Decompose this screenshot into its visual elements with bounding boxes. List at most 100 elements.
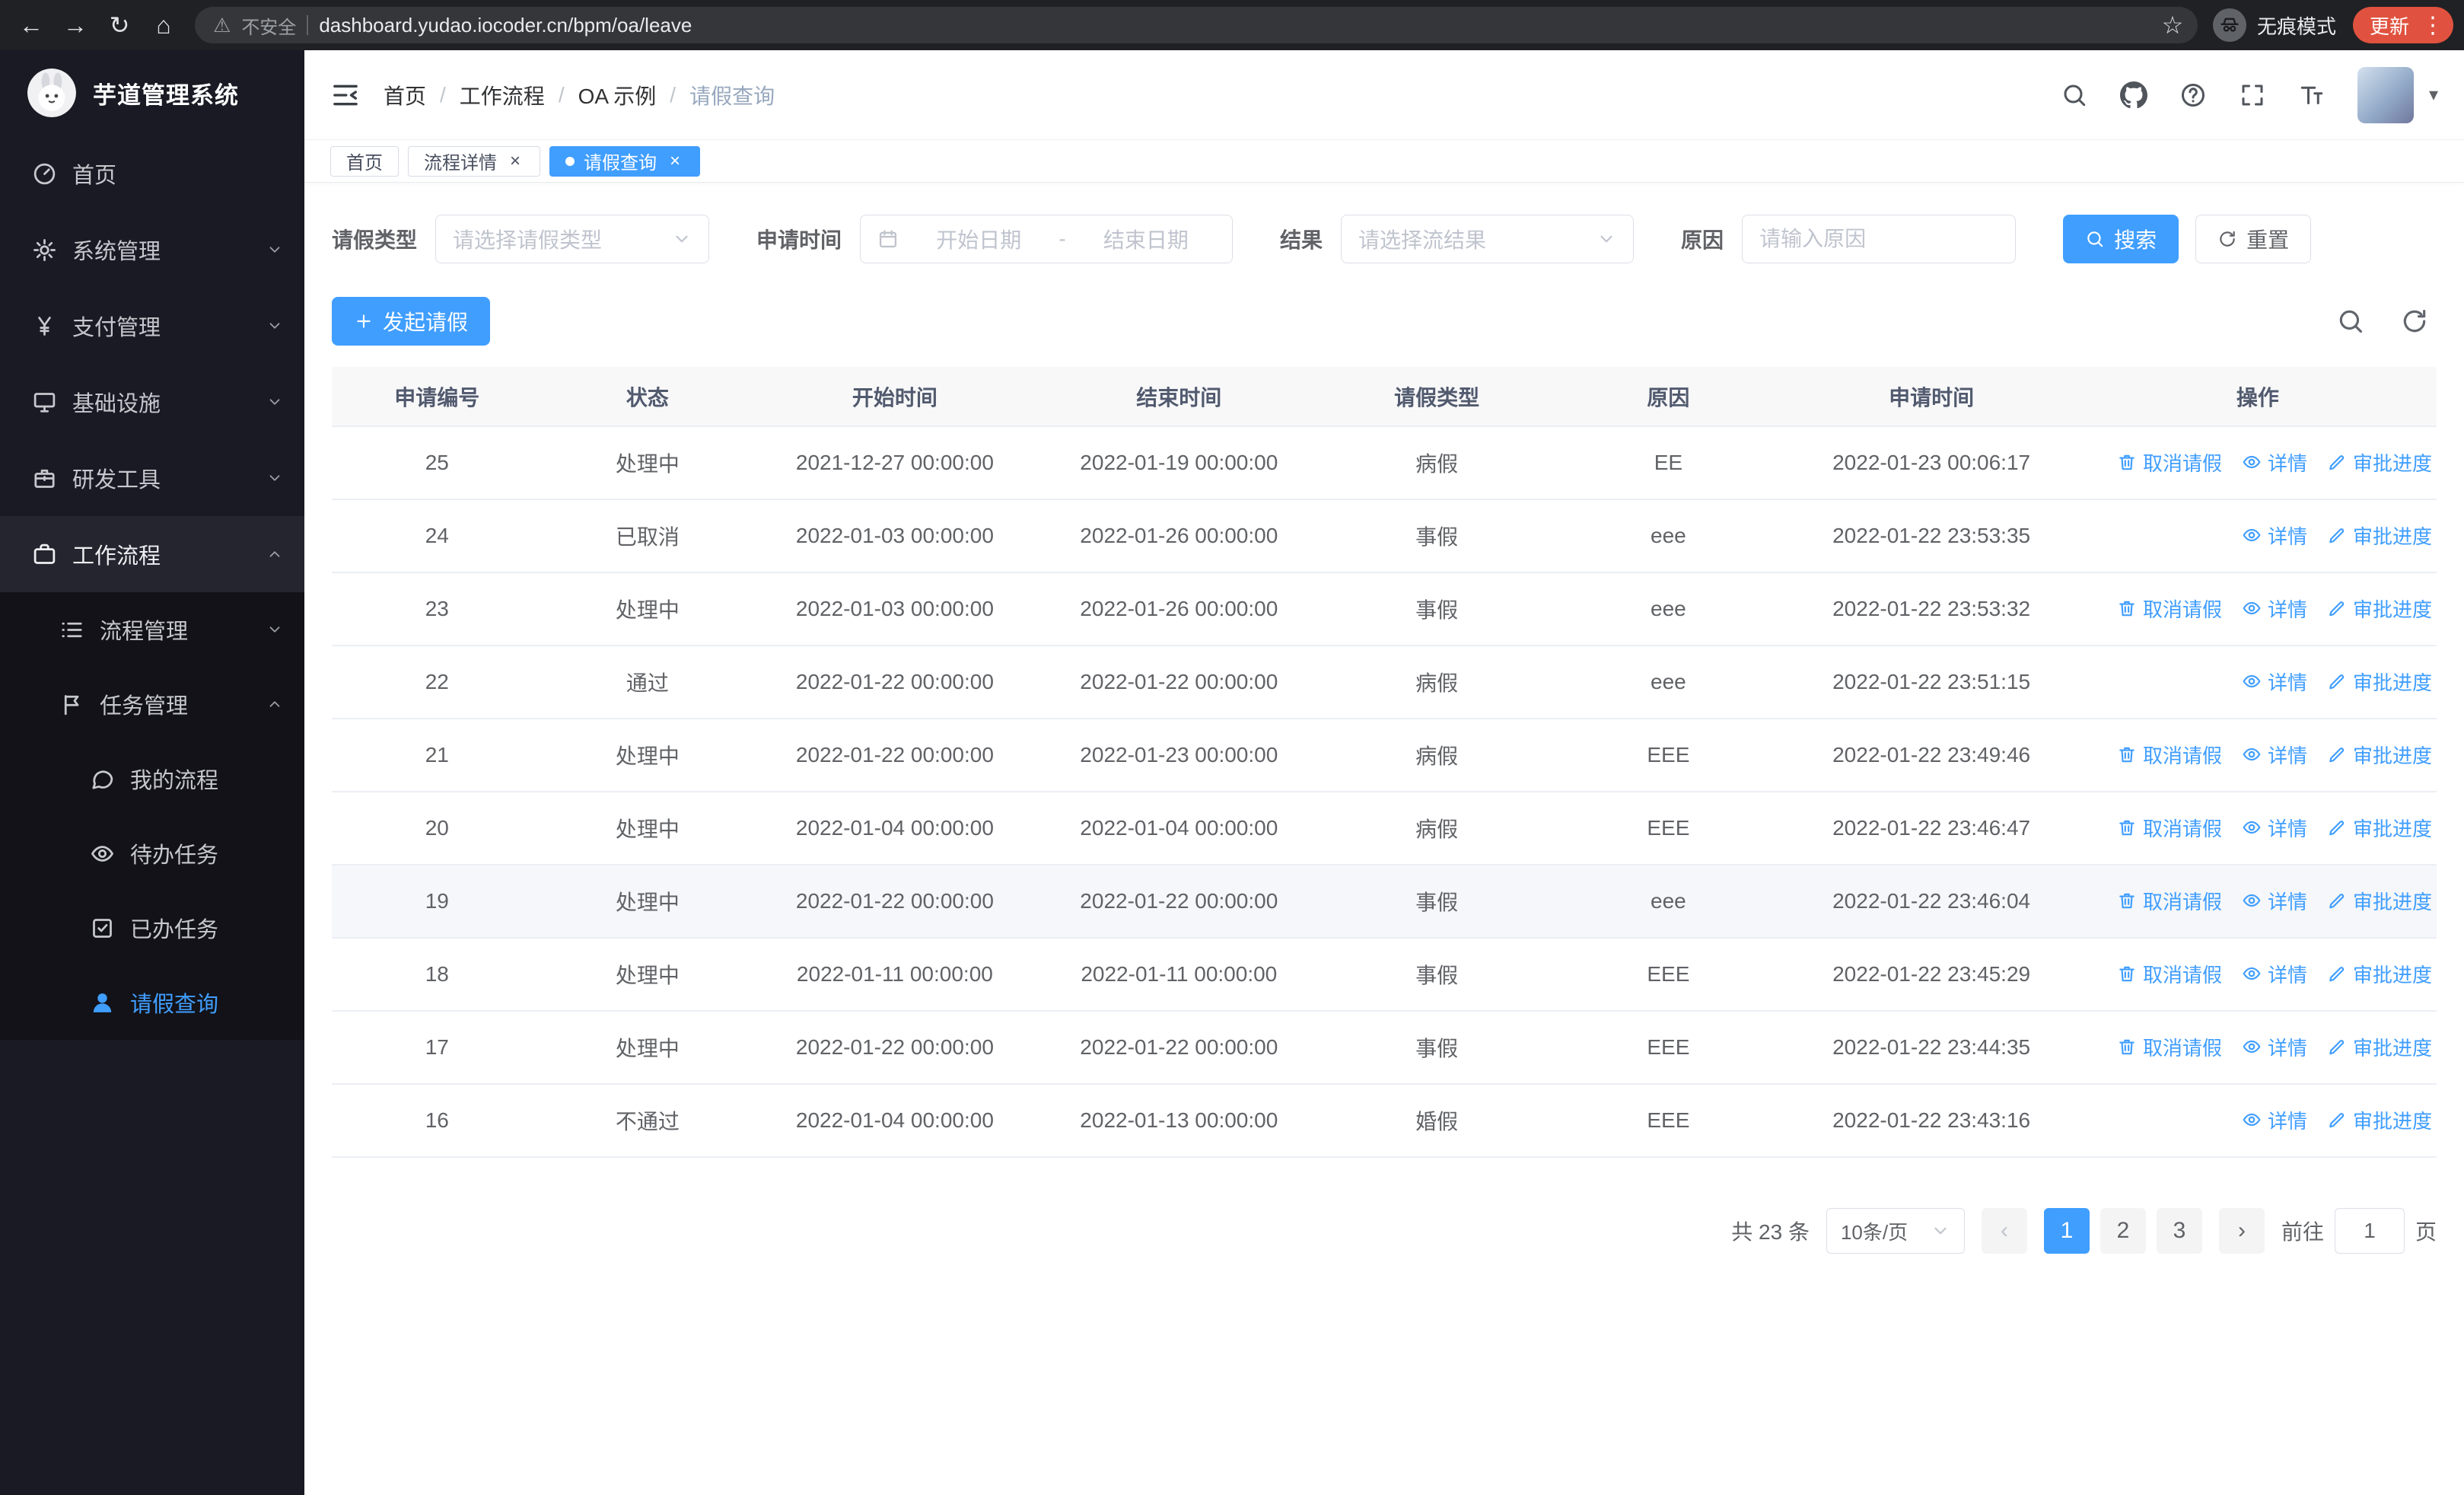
trash-icon xyxy=(2117,1037,2137,1057)
sidebar-item-leave-query[interactable]: 请假查询 xyxy=(0,965,304,1040)
approval-progress-link[interactable]: 审批进度 xyxy=(2327,814,2432,842)
font-size-icon[interactable] xyxy=(2298,81,2326,109)
approval-progress-link[interactable]: 审批进度 xyxy=(2327,594,2432,623)
approval-progress-link[interactable]: 审批进度 xyxy=(2327,960,2432,988)
goto-page-input[interactable] xyxy=(2334,1208,2405,1254)
sidebar-item-label: 请假查询 xyxy=(130,993,219,1017)
sidebar-item-process-mgmt[interactable]: 流程管理 xyxy=(0,592,304,667)
cancel-leave-link[interactable]: 取消请假 xyxy=(2117,448,2222,477)
sidebar-item-payment-mgmt[interactable]: 支付管理 xyxy=(0,288,304,364)
page-button-3[interactable]: 3 xyxy=(2156,1208,2202,1254)
leave-type-select[interactable]: 请选择请假类型 xyxy=(435,215,710,263)
detail-link[interactable]: 详情 xyxy=(2242,887,2307,915)
approval-progress-link[interactable]: 审批进度 xyxy=(2327,668,2432,696)
sidebar-item-system-mgmt[interactable]: 系统管理 xyxy=(0,212,304,288)
url-text: dashboard.yudao.iocoder.cn/bpm/oa/leave xyxy=(319,13,692,37)
approval-progress-link[interactable]: 审批进度 xyxy=(2327,741,2432,769)
cell-start-time: 2021-12-27 00:00:00 xyxy=(753,426,1037,500)
briefcase-icon xyxy=(32,542,57,567)
chevron-down-icon[interactable]: ▾ xyxy=(2429,84,2438,106)
tab-leave-query[interactable]: 请假查询 × xyxy=(549,145,700,177)
sidebar-item-task-mgmt[interactable]: 任务管理 xyxy=(0,667,304,741)
approval-progress-link[interactable]: 审批进度 xyxy=(2327,887,2432,915)
toolbox-icon xyxy=(32,466,57,491)
fullscreen-icon[interactable] xyxy=(2239,81,2266,109)
previous-page-button[interactable]: ‹ xyxy=(1981,1208,2027,1254)
github-icon[interactable] xyxy=(2119,81,2147,109)
tabs-bar: 首页 流程详情 × 请假查询 × xyxy=(304,140,2464,183)
cancel-leave-link[interactable]: 取消请假 xyxy=(2117,814,2222,842)
cancel-leave-link[interactable]: 取消请假 xyxy=(2117,594,2222,623)
sidebar-item-infrastructure[interactable]: 基础设施 xyxy=(0,364,304,440)
address-bar[interactable]: ⚠ 不安全 dashboard.yudao.iocoder.cn/bpm/oa/… xyxy=(195,7,2198,43)
sidebar-item-my-process[interactable]: 我的流程 xyxy=(0,741,304,816)
search-icon[interactable] xyxy=(2061,81,2088,109)
edit-icon xyxy=(2327,964,2347,983)
sidebar-item-done-tasks[interactable]: 已办任务 xyxy=(0,891,304,965)
apply-time-range-picker[interactable]: 开始日期 - 结束日期 xyxy=(860,215,1234,263)
browser-back-button[interactable]: ← xyxy=(11,5,52,46)
detail-link[interactable]: 详情 xyxy=(2242,448,2307,477)
reset-button[interactable]: 重置 xyxy=(2195,215,2312,263)
page-size-select[interactable]: 10条/页 xyxy=(1826,1208,1965,1254)
detail-link[interactable]: 详情 xyxy=(2242,741,2307,769)
approval-progress-link[interactable]: 审批进度 xyxy=(2327,521,2432,550)
cancel-leave-link[interactable]: 取消请假 xyxy=(2117,1033,2222,1061)
detail-link[interactable]: 详情 xyxy=(2242,521,2307,550)
app-logo[interactable]: 芋道管理系统 xyxy=(0,50,304,135)
list-icon xyxy=(59,617,84,642)
breadcrumb-item[interactable]: 工作流程 xyxy=(460,80,545,110)
browser-home-button[interactable]: ⌂ xyxy=(143,5,184,46)
refresh-table-button[interactable] xyxy=(2400,307,2429,336)
toggle-search-button[interactable] xyxy=(2336,307,2365,336)
bookmark-star-icon[interactable]: ☆ xyxy=(2155,8,2190,43)
page-button-2[interactable]: 2 xyxy=(2099,1208,2146,1254)
tab-home[interactable]: 首页 xyxy=(330,145,399,177)
approval-progress-link[interactable]: 审批进度 xyxy=(2327,1106,2432,1134)
page-button-1[interactable]: 1 xyxy=(2043,1208,2090,1254)
user-avatar[interactable] xyxy=(2357,66,2414,123)
action-label: 取消请假 xyxy=(2142,598,2222,621)
browser-forward-button[interactable]: → xyxy=(55,5,96,46)
create-leave-button[interactable]: 发起请假 xyxy=(332,297,491,346)
sidebar-item-home[interactable]: 首页 xyxy=(0,135,304,212)
close-icon[interactable]: × xyxy=(506,151,524,171)
sidebar-item-dev-tools[interactable]: 研发工具 xyxy=(0,440,304,516)
detail-link[interactable]: 详情 xyxy=(2242,1106,2307,1134)
sidebar-collapse-icon[interactable] xyxy=(330,80,361,110)
tab-process-detail[interactable]: 流程详情 × xyxy=(408,145,540,177)
cancel-leave-link[interactable]: 取消请假 xyxy=(2117,887,2222,915)
browser-reload-button[interactable]: ↻ xyxy=(99,5,140,46)
browser-menu-icon[interactable]: ⋮ xyxy=(2420,12,2446,39)
close-icon[interactable]: × xyxy=(666,151,684,171)
incognito-icon xyxy=(2212,8,2246,42)
detail-link[interactable]: 详情 xyxy=(2242,668,2307,696)
cell-leave-type: 事假 xyxy=(1321,1011,1553,1085)
detail-link[interactable]: 详情 xyxy=(2242,814,2307,842)
help-icon[interactable] xyxy=(2179,81,2207,109)
chevron-up-icon xyxy=(266,546,283,563)
filter-leave-type: 请假类型 请选择请假类型 xyxy=(332,215,710,263)
breadcrumb-item[interactable]: OA 示例 xyxy=(578,80,657,110)
result-select[interactable]: 请选择流结果 xyxy=(1341,215,1635,263)
cell-apply-time: 2022-01-22 23:53:32 xyxy=(1784,572,2079,646)
cancel-leave-link[interactable]: 取消请假 xyxy=(2117,741,2222,769)
navbar-actions: ▾ xyxy=(2061,66,2438,123)
update-button[interactable]: 更新 ⋮ xyxy=(2352,7,2453,43)
cancel-leave-link[interactable]: 取消请假 xyxy=(2117,960,2222,988)
sidebar-item-todo-tasks[interactable]: 待办任务 xyxy=(0,816,304,891)
cell-apply-id: 17 xyxy=(332,1011,543,1085)
approval-progress-link[interactable]: 审批进度 xyxy=(2327,1033,2432,1061)
detail-link[interactable]: 详情 xyxy=(2242,1033,2307,1061)
breadcrumb-item[interactable]: 首页 xyxy=(384,80,426,110)
detail-link[interactable]: 详情 xyxy=(2242,594,2307,623)
reason-input[interactable] xyxy=(1742,215,2017,263)
search-button[interactable]: 搜索 xyxy=(2063,215,2179,263)
column-header: 结束时间 xyxy=(1036,367,1321,427)
sidebar-item-workflow[interactable]: 工作流程 xyxy=(0,516,304,592)
cell-actions: 详情 审批进度 xyxy=(2078,1084,2437,1158)
sidebar-menu: 首页 系统管理 支付管理 基础设施 研发工具 工作流程 流程管理 任务管理 我的流程 待办任务 已办… xyxy=(0,135,304,1495)
detail-link[interactable]: 详情 xyxy=(2242,960,2307,988)
next-page-button[interactable]: › xyxy=(2218,1208,2265,1254)
approval-progress-link[interactable]: 审批进度 xyxy=(2327,448,2432,477)
